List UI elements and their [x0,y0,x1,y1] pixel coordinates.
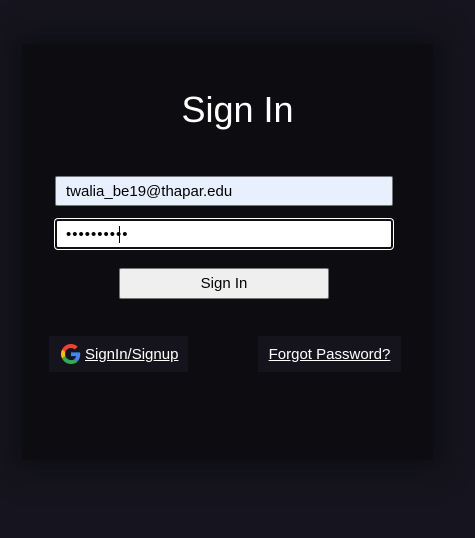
google-signin-link[interactable]: SignIn/Signup [49,336,188,372]
forgot-password-link[interactable]: Forgot Password? [258,336,401,372]
google-signin-label[interactable]: SignIn/Signup [85,346,178,363]
page-title: Sign In [181,89,294,130]
sign-in-button[interactable]: Sign In [119,268,329,299]
text-caret [119,226,120,243]
google-icon [61,344,81,364]
email-field[interactable] [55,176,393,206]
password-field[interactable] [55,219,393,249]
page: Sign In Sign In SignIn/Signup Forgot Pas… [0,0,475,538]
forgot-password-label[interactable]: Forgot Password? [269,346,391,363]
